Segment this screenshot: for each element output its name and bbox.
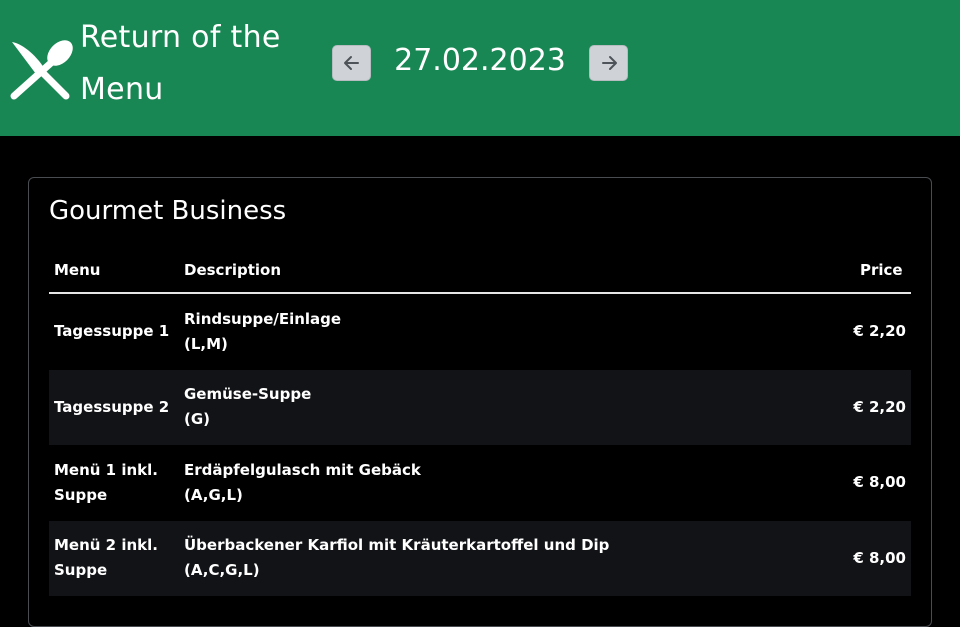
menu-price: € 2,20 <box>853 397 906 416</box>
app-title[interactable]: Return of the Menu <box>80 12 310 116</box>
column-header-description: Description <box>184 261 282 279</box>
menu-name: Tagessuppe 1 <box>54 322 170 341</box>
table-header: Menu Description Price <box>49 250 911 294</box>
dish-name: Rindsuppe/Einlage <box>184 309 342 328</box>
dish-name: Gemüse-Suppe <box>184 385 312 404</box>
fork-spoon-cross-icon <box>8 36 74 102</box>
restaurant-title: Gourmet Business <box>49 196 287 226</box>
arrow-right-icon <box>601 56 617 70</box>
current-date: 27.02.2023 <box>394 43 566 78</box>
menu-description: Gemüse-Suppe (G) <box>184 370 834 446</box>
allergens: (A,C,G,L) <box>184 561 260 580</box>
menu-name: Menü 1 inkl. Suppe <box>54 460 158 504</box>
menu-price: € 2,20 <box>853 322 906 341</box>
previous-day-button[interactable] <box>332 45 371 81</box>
next-day-button[interactable] <box>589 45 628 81</box>
app-header: Return of the Menu 27.02.2023 <box>0 0 960 136</box>
dish-name: Erdäpfelgulasch mit Gebäck <box>184 460 421 479</box>
dish-name: Überbackener Karfiol mit Kräuterkartoffe… <box>184 536 610 555</box>
column-header-menu: Menu <box>54 261 101 279</box>
menu-description: Erdäpfelgulasch mit Gebäck (A,G,L) <box>184 445 834 521</box>
allergens: (G) <box>184 410 211 429</box>
arrow-left-icon <box>343 56 359 70</box>
menu-description: Überbackener Karfiol mit Kräuterkartoffe… <box>184 521 834 597</box>
allergens: (L,M) <box>184 334 228 353</box>
menu-name: Tagessuppe 2 <box>54 397 170 416</box>
column-header-price: Price <box>860 261 903 279</box>
table-row: Tagessuppe 2 Gemüse-Suppe (G) € 2,20 <box>49 369 911 446</box>
menu-price: € 8,00 <box>853 473 906 492</box>
menu-name: Menü 2 inkl. Suppe <box>54 536 158 580</box>
restaurant-card: Gourmet Business Menu Description Price … <box>28 177 932 627</box>
table-row: Menü 2 inkl. Suppe Überbackener Karfiol … <box>49 520 911 597</box>
allergens: (A,G,L) <box>184 485 243 504</box>
menu-price: € 8,00 <box>853 548 906 567</box>
table-row: Menü 1 inkl. Suppe Erdäpfelgulasch mit G… <box>49 445 911 521</box>
table-row: Tagessuppe 1 Rindsuppe/Einlage (L,M) € 2… <box>49 294 911 370</box>
menu-table: Menu Description Price Tagessuppe 1 Rind… <box>49 250 911 596</box>
menu-description: Rindsuppe/Einlage (L,M) <box>184 294 834 370</box>
